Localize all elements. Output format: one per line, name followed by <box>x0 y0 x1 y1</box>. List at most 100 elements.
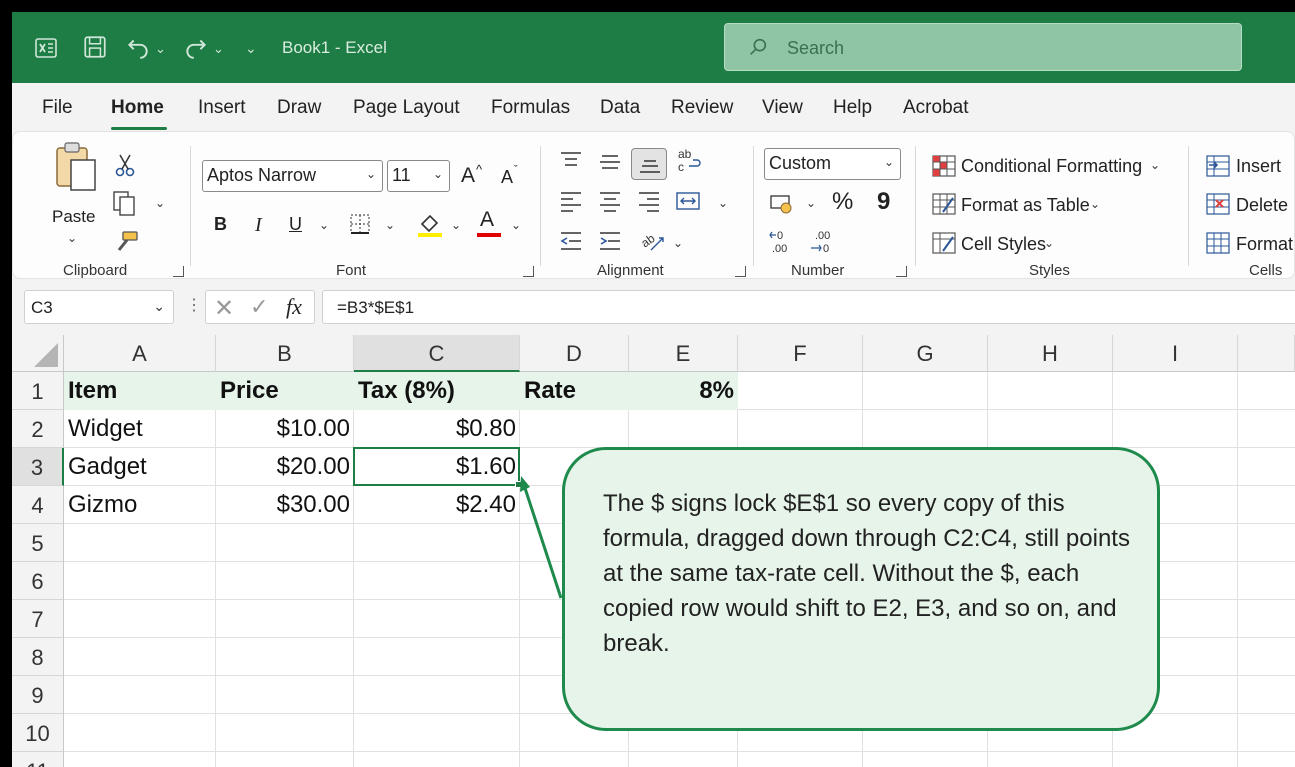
cell-d1[interactable]: Rate <box>520 372 629 410</box>
column-header-e[interactable]: E <box>629 335 738 372</box>
tab-acrobat[interactable]: Acrobat <box>903 97 968 119</box>
cell-a2[interactable]: Widget <box>64 410 216 448</box>
chevron-down-icon[interactable]: ⌄ <box>153 298 165 315</box>
paste-icon[interactable] <box>53 140 101 196</box>
format-painter-icon[interactable] <box>113 230 139 256</box>
insert-cells-button[interactable]: Insert <box>1236 156 1281 177</box>
fill-handle[interactable] <box>515 481 522 488</box>
font-launcher-icon[interactable] <box>523 266 534 277</box>
undo-icon[interactable] <box>124 34 152 60</box>
delete-cells-icon[interactable] <box>1205 192 1231 216</box>
row-header-6[interactable]: 6 <box>12 562 64 600</box>
font-color-dropdown-icon[interactable]: ⌄ <box>511 218 521 232</box>
percent-style-button[interactable]: % <box>832 188 853 216</box>
cell-a4[interactable]: Gizmo <box>64 486 216 524</box>
save-icon[interactable] <box>82 34 108 60</box>
row-header-3[interactable]: 3 <box>12 448 64 486</box>
tab-formulas[interactable]: Formulas <box>491 97 570 119</box>
paste-dropdown-icon[interactable]: ⌄ <box>67 231 77 245</box>
cell-a1[interactable]: Item <box>64 372 216 410</box>
tab-file[interactable]: File <box>42 97 73 119</box>
row-header-10[interactable]: 10 <box>12 714 64 752</box>
cut-icon[interactable] <box>113 152 137 178</box>
customize-toolbar-icon[interactable]: ⌄ <box>245 38 257 58</box>
redo-dropdown-icon[interactable]: ⌄ <box>213 39 224 59</box>
accounting-dropdown-icon[interactable]: ⌄ <box>806 196 816 210</box>
format-as-table-button[interactable]: Format as Table <box>961 195 1090 216</box>
redo-icon[interactable] <box>182 34 210 60</box>
tab-draw[interactable]: Draw <box>277 97 321 119</box>
tab-insert[interactable]: Insert <box>198 97 246 119</box>
fill-color-icon[interactable] <box>416 210 444 238</box>
column-header-a[interactable]: A <box>64 335 216 372</box>
cell-styles-icon[interactable] <box>931 231 957 255</box>
formula-input[interactable]: =B3*$E$1 <box>322 290 1295 324</box>
column-header-f[interactable]: F <box>738 335 863 372</box>
row-header-8[interactable]: 8 <box>12 638 64 676</box>
align-left-icon[interactable] <box>559 190 583 212</box>
conditional-formatting-button[interactable]: Conditional Formatting <box>961 156 1142 177</box>
cell-b1[interactable]: Price <box>216 372 354 410</box>
search-box[interactable]: Search <box>724 23 1242 71</box>
column-header-i[interactable]: I <box>1113 335 1238 372</box>
font-size-select[interactable]: 11 ⌄ <box>387 160 450 192</box>
orientation-icon[interactable]: ab <box>639 228 667 254</box>
undo-dropdown-icon[interactable]: ⌄ <box>155 39 166 59</box>
tab-data[interactable]: Data <box>600 97 640 119</box>
italic-button[interactable]: I <box>255 214 262 237</box>
align-bottom-button[interactable] <box>631 148 667 180</box>
cell-c1[interactable]: Tax (8%) <box>354 372 520 410</box>
tab-help[interactable]: Help <box>833 97 872 119</box>
copy-dropdown-icon[interactable]: ⌄ <box>155 196 165 210</box>
cell-b2[interactable]: $10.00 <box>216 410 354 448</box>
insert-function-icon[interactable]: fx <box>286 294 302 320</box>
insert-cells-icon[interactable] <box>1205 154 1231 178</box>
row-header-4[interactable]: 4 <box>12 486 64 524</box>
alignment-launcher-icon[interactable] <box>735 266 746 277</box>
merge-center-icon[interactable] <box>675 190 701 212</box>
cancel-icon[interactable]: ✕ <box>214 294 234 323</box>
chevron-down-icon[interactable]: ⌄ <box>1044 236 1054 250</box>
row-header-1[interactable]: 1 <box>12 372 64 410</box>
increase-indent-icon[interactable] <box>598 230 622 252</box>
select-all-corner[interactable] <box>12 335 64 372</box>
decrease-decimal-icon[interactable]: .00 0 <box>809 228 837 256</box>
tab-page-layout[interactable]: Page Layout <box>353 97 460 119</box>
cell-c4[interactable]: $2.40 <box>354 486 520 524</box>
bold-button[interactable]: B <box>214 214 227 235</box>
font-color-button[interactable]: A <box>480 208 494 232</box>
copy-icon[interactable] <box>111 190 139 216</box>
grow-font-button[interactable]: A <box>461 164 475 188</box>
conditional-formatting-icon[interactable] <box>931 154 957 178</box>
borders-icon[interactable] <box>348 212 374 236</box>
merge-dropdown-icon[interactable]: ⌄ <box>718 196 728 210</box>
format-cells-icon[interactable] <box>1205 231 1231 255</box>
row-header-9[interactable]: 9 <box>12 676 64 714</box>
row-header-11[interactable]: 11 <box>12 752 64 767</box>
tab-home[interactable]: Home <box>111 97 164 119</box>
accounting-format-icon[interactable] <box>769 192 797 216</box>
cell-b3[interactable]: $20.00 <box>216 448 354 486</box>
format-as-table-icon[interactable] <box>931 192 957 216</box>
cell-a3[interactable]: Gadget <box>64 448 216 486</box>
row-header-7[interactable]: 7 <box>12 600 64 638</box>
delete-cells-button[interactable]: Delete <box>1236 195 1288 216</box>
orientation-dropdown-icon[interactable]: ⌄ <box>673 236 683 250</box>
wrap-text-icon[interactable]: ab c <box>675 146 703 176</box>
more-options-icon[interactable]: ⋮ <box>186 295 202 315</box>
comma-style-button[interactable]: 9 <box>877 188 890 216</box>
fill-color-dropdown-icon[interactable]: ⌄ <box>451 218 461 232</box>
chevron-down-icon[interactable]: ⌄ <box>1090 197 1100 211</box>
enter-icon[interactable]: ✓ <box>250 294 268 320</box>
format-cells-button[interactable]: Format <box>1236 234 1293 255</box>
cell-styles-button[interactable]: Cell Styles <box>961 234 1046 255</box>
increase-decimal-icon[interactable]: 0 .00 <box>769 228 797 256</box>
tab-review[interactable]: Review <box>671 97 733 119</box>
row-header-2[interactable]: 2 <box>12 410 64 448</box>
shrink-font-button[interactable]: A <box>501 167 513 188</box>
underline-dropdown-icon[interactable]: ⌄ <box>319 218 329 232</box>
chevron-down-icon[interactable]: ⌄ <box>1150 158 1160 172</box>
cell-c2[interactable]: $0.80 <box>354 410 520 448</box>
borders-dropdown-icon[interactable]: ⌄ <box>385 218 395 232</box>
cell-e1[interactable]: 8% <box>629 372 738 410</box>
